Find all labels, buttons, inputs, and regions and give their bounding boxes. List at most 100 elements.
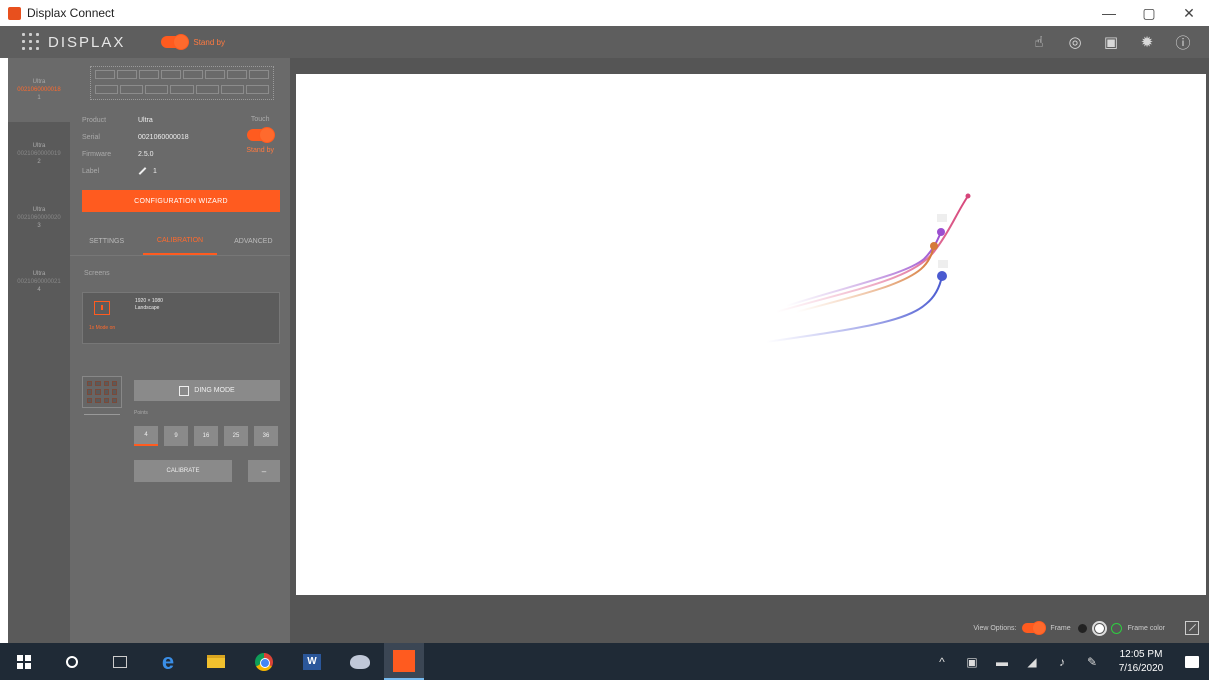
view-options-label: View Options:: [973, 624, 1017, 632]
standby-toggle[interactable]: [161, 35, 189, 49]
taskbar-clock[interactable]: 12:05 PM 7/16/2020: [1107, 648, 1175, 676]
standby-label: Stand by: [193, 37, 225, 47]
device-diagram: [90, 66, 274, 100]
touch-standby-label: Stand by: [246, 147, 274, 154]
device-index: 1: [37, 95, 41, 101]
displax-app-icon: [393, 649, 415, 672]
frame-color-label: Frame color: [1127, 624, 1165, 632]
trail-purple: [785, 231, 942, 307]
device-serial: 0021060000018: [17, 87, 61, 93]
gear-icon[interactable]: ✹: [1129, 33, 1165, 51]
points-option-25[interactable]: 25: [224, 426, 248, 446]
device-item-3[interactable]: Ultra 0021060000020 3: [8, 186, 70, 250]
configuration-wizard-button[interactable]: CONFIGURATION WIZARD: [82, 190, 280, 212]
ding-mode-label: DING MODE: [194, 387, 235, 394]
restore-button[interactable]: ▢: [1129, 0, 1169, 26]
word-icon: W: [303, 653, 321, 670]
tab-advanced[interactable]: ADVANCED: [217, 228, 290, 255]
frame-toggle[interactable]: [1022, 622, 1046, 634]
firmware-label: Firmware: [82, 151, 112, 158]
device-item-2[interactable]: Ultra 0021060000019 2: [8, 122, 70, 186]
tab-calibration[interactable]: CALIBRATION: [143, 228, 217, 255]
device-serial: 0021060000019: [17, 151, 61, 157]
frame-color-black[interactable]: [1076, 622, 1088, 634]
calibration-grid-thumbnail: [82, 376, 122, 408]
touch-icon[interactable]: ☝: [1021, 33, 1057, 51]
trail-orange: [795, 245, 935, 313]
taskbar-edge[interactable]: e: [144, 643, 192, 680]
trail-pink: [775, 195, 969, 313]
notification-button[interactable]: [1175, 655, 1209, 668]
download-icon[interactable]: ▣: [1093, 33, 1129, 51]
window-titlebar: Displax Connect — ▢ ✕: [0, 0, 1209, 26]
taskbar-explorer[interactable]: [192, 643, 240, 680]
windows-logo-icon: [17, 654, 31, 669]
screen-card[interactable]: 1x Mode on 1920 × 1080 Landscape: [82, 292, 280, 344]
touch-point-blue: [937, 271, 947, 281]
taskbar-chrome[interactable]: [240, 643, 288, 680]
battery-icon[interactable]: ▬: [987, 655, 1017, 669]
volume-icon[interactable]: ♪: [1047, 655, 1077, 669]
taskbar-paint[interactable]: [336, 643, 384, 680]
taskbar-displax[interactable]: [384, 643, 424, 680]
edge-icon: e: [161, 648, 175, 674]
touch-label: Touch: [250, 116, 270, 123]
touch-canvas[interactable]: [296, 74, 1206, 595]
touch-trails: [765, 193, 971, 343]
chrome-icon: [255, 652, 273, 671]
windows-taskbar: e W ^ ▣ ▬ ◢ ♪ ✎ 12:05 PM 7/16/2020: [0, 643, 1209, 680]
points-selector: 4 9 16 25 36: [134, 426, 278, 446]
device-name: Ultra: [32, 79, 46, 85]
logo-grid-icon: [22, 33, 40, 51]
device-item-1[interactable]: Ultra 0021060000018 1: [8, 58, 70, 122]
label-value: 1: [153, 168, 157, 175]
ding-mode-button[interactable]: DING MODE: [134, 380, 280, 401]
grid-divider: [84, 414, 120, 415]
touch-point-pink: [965, 193, 971, 199]
points-label: Points: [134, 410, 148, 416]
tab-settings[interactable]: SETTINGS: [70, 228, 143, 255]
screens-label: Screens: [84, 270, 110, 277]
wifi-icon[interactable]: ◢: [1017, 655, 1047, 669]
view-options: View Options: Frame Frame color: [973, 621, 1199, 635]
screen-orientation: Landscape: [135, 305, 160, 311]
pencil-icon[interactable]: [138, 167, 147, 176]
points-option-36[interactable]: 36: [254, 426, 278, 446]
clock-time: 12:05 PM: [1119, 648, 1163, 660]
device-index: 4: [37, 287, 41, 293]
product-label: Product: [82, 117, 107, 124]
media-icon[interactable]: ▣: [957, 655, 987, 669]
displax-logo: DISPLAX: [22, 33, 125, 51]
close-button[interactable]: ✕: [1169, 0, 1209, 26]
frame-label: Frame: [1050, 624, 1071, 632]
fullscreen-icon[interactable]: [1185, 621, 1199, 635]
touch-point-orange: [930, 242, 938, 250]
screen-resolution: 1920 × 1080: [135, 298, 163, 304]
extra-button[interactable]: –: [248, 460, 280, 482]
device-item-4[interactable]: Ultra 0021060000021 4: [8, 250, 70, 314]
folder-icon: [207, 655, 225, 668]
pen-icon[interactable]: ✎: [1077, 655, 1107, 669]
points-option-16[interactable]: 16: [194, 426, 218, 446]
taskbar-word[interactable]: W: [288, 643, 336, 680]
chevron-up-icon[interactable]: ^: [927, 655, 957, 669]
panel-tabs: SETTINGS CALIBRATION ADVANCED: [70, 228, 290, 256]
stopwatch-icon[interactable]: ◎: [1057, 33, 1093, 51]
task-view-icon: [113, 655, 127, 668]
frame-color-white[interactable]: [1093, 622, 1105, 634]
device-name: Ultra: [32, 271, 46, 277]
device-name: Ultra: [32, 207, 46, 213]
help-icon[interactable]: ⓘ: [1165, 32, 1201, 53]
points-option-4[interactable]: 4: [134, 426, 158, 446]
task-view-button[interactable]: [96, 643, 144, 680]
label-value-group[interactable]: 1: [138, 167, 157, 176]
serial-label: Serial: [82, 134, 100, 141]
minimize-button[interactable]: —: [1089, 0, 1129, 26]
logo-text: DISPLAX: [48, 33, 126, 51]
frame-color-custom[interactable]: [1110, 622, 1122, 634]
search-button[interactable]: [48, 643, 96, 680]
start-button[interactable]: [0, 643, 48, 680]
calibrate-button[interactable]: CALIBRATE: [134, 460, 232, 482]
points-option-9[interactable]: 9: [164, 426, 188, 446]
touch-toggle[interactable]: [247, 128, 275, 142]
